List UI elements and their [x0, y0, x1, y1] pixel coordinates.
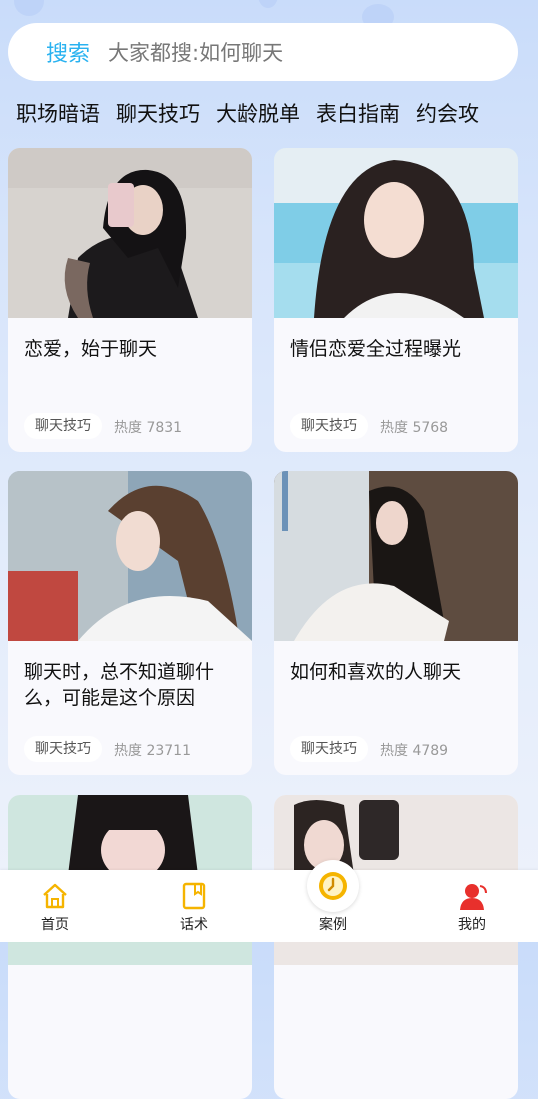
article-card[interactable]: 如何和喜欢的人聊天 聊天技巧 热度 4789 [274, 471, 518, 775]
search-label[interactable]: 搜索 [46, 36, 90, 68]
article-card[interactable] [8, 795, 252, 1099]
article-card[interactable]: 情侣恋爱全过程曝光 聊天技巧 热度 5768 [274, 148, 518, 452]
article-heat: 热度 5768 [380, 420, 449, 436]
decor-blob [14, 0, 44, 16]
article-tag: 聊天技巧 [290, 736, 368, 762]
search-bar[interactable]: 搜索 大家都搜:如何聊天 [8, 23, 518, 81]
article-photo [274, 471, 518, 641]
article-title: 聊天时，总不知道聊什么，可能是这个原因 [24, 661, 215, 709]
tab-dating[interactable]: 约会攻 [416, 98, 479, 128]
article-tag: 聊天技巧 [24, 413, 102, 439]
decor-blob [258, 0, 278, 8]
nav-scripts[interactable]: 话术 [149, 870, 239, 942]
article-heat: 热度 23711 [114, 743, 191, 759]
search-placeholder[interactable]: 大家都搜:如何聊天 [108, 37, 283, 67]
nav-home[interactable]: 首页 [10, 870, 100, 942]
tab-older-singles[interactable]: 大龄脱单 [216, 98, 300, 128]
nav-scripts-label: 话术 [180, 917, 208, 933]
category-tabs: 职场暗语 聊天技巧 大龄脱单 表白指南 约会攻 [16, 98, 479, 128]
nav-cases-label: 案例 [319, 917, 347, 933]
cases-fab[interactable] [307, 860, 359, 912]
article-tag: 聊天技巧 [24, 736, 102, 762]
book-icon [182, 882, 206, 910]
bottom-nav: 首页 话术 案例 我的 [0, 870, 538, 942]
nav-mine[interactable]: 我的 [427, 870, 517, 942]
article-heat: 热度 4789 [380, 743, 449, 759]
article-photo [8, 471, 252, 641]
article-card[interactable]: 恋爱，始于聊天 聊天技巧 热度 7831 [8, 148, 252, 452]
nav-home-label: 首页 [41, 917, 69, 933]
clock-icon [319, 872, 347, 900]
nav-mine-label: 我的 [458, 917, 486, 933]
article-card[interactable] [274, 795, 518, 1099]
article-title: 恋爱，始于聊天 [24, 338, 158, 360]
home-icon [43, 883, 67, 909]
article-title: 情侣恋爱全过程曝光 [290, 338, 462, 360]
article-title: 如何和喜欢的人聊天 [290, 661, 462, 683]
tab-chat-skills[interactable]: 聊天技巧 [116, 98, 200, 128]
tab-confession-guide[interactable]: 表白指南 [316, 98, 400, 128]
article-photo [8, 148, 252, 318]
article-card[interactable]: 聊天时，总不知道聊什么，可能是这个原因 聊天技巧 热度 23711 [8, 471, 252, 775]
article-heat: 热度 7831 [114, 420, 183, 436]
article-tag: 聊天技巧 [290, 413, 368, 439]
tab-workplace[interactable]: 职场暗语 [16, 98, 100, 128]
article-photo [274, 148, 518, 318]
user-icon [460, 884, 487, 910]
